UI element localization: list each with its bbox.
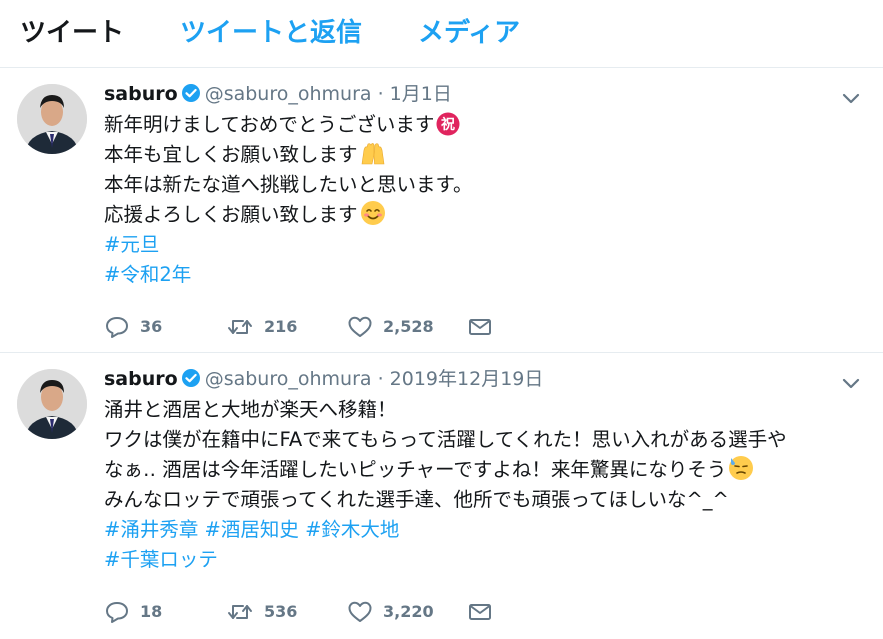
like-button[interactable]: 2,528	[347, 313, 434, 339]
tweet-text: 涌井と酒居と大地が楽天へ移籍！ ワクは僕が在籍中にFAで来てもらって活躍してくれ…	[104, 395, 874, 575]
envelope-icon	[468, 316, 492, 335]
separator-dot: ·	[377, 83, 384, 105]
reply-count: 36	[140, 316, 163, 336]
tweet-line: なぁ‥ 酒居は今年活躍したいピッチャーですよね！来年驚異になりそう	[104, 455, 874, 485]
smiling-face-emoji-icon	[360, 200, 386, 235]
direct-message-button[interactable]	[468, 313, 492, 339]
tab-media[interactable]: メディア	[418, 16, 520, 50]
envelope-icon	[468, 601, 492, 620]
display-name[interactable]: saburo	[104, 83, 178, 105]
retweet-button[interactable]: 536	[226, 598, 297, 624]
like-button[interactable]: 3,220	[347, 598, 434, 624]
tweet-date[interactable]: 2019年12月19日	[390, 368, 544, 390]
tweet-header: saburo @saburo_ohmura · 1月1日	[104, 81, 452, 107]
avatar[interactable]	[17, 369, 87, 439]
retweet-icon	[226, 601, 254, 620]
tweet-line: 新年明けましておめでとうございます祝	[104, 110, 874, 140]
chevron-down-icon[interactable]	[839, 371, 863, 395]
avatar[interactable]	[17, 84, 87, 154]
tab-tweets-and-replies[interactable]: ツイートと返信	[180, 16, 362, 50]
user-handle[interactable]: @saburo_ohmura	[205, 368, 372, 390]
profile-tabs: ツイート ツイートと返信 メディア	[0, 0, 883, 68]
retweet-button[interactable]: 216	[226, 313, 297, 339]
celebration-kanji-emoji-icon: 祝	[436, 112, 460, 145]
tweet-line: 本年は新たな道へ挑戦したいと思います。	[104, 173, 473, 196]
tweet-date[interactable]: 1月1日	[390, 83, 452, 105]
reply-icon	[104, 601, 130, 623]
verified-badge-icon	[181, 368, 201, 395]
like-count: 2,528	[383, 316, 434, 336]
tweet-line: #涌井秀章 #酒居知史 #鈴木大地	[104, 515, 874, 545]
reply-icon	[104, 316, 130, 338]
retweet-count: 536	[264, 601, 298, 621]
retweet-count: 216	[264, 316, 298, 336]
chevron-down-icon[interactable]	[839, 86, 863, 110]
reply-button[interactable]: 18	[104, 598, 162, 624]
tweet-line: #元旦	[104, 230, 874, 260]
tab-tweets[interactable]: ツイート	[20, 16, 124, 50]
tweet-line: #令和2年	[104, 260, 874, 290]
tweet-text: 新年明けましておめでとうございます祝 本年も宜しくお願い致します 本年は新たな道…	[104, 110, 874, 290]
heart-icon	[347, 601, 373, 622]
reply-count: 18	[140, 601, 163, 621]
tweet-line: みんなロッテで頑張ってくれた選手達、他所でも頑張ってほしいな^_^	[104, 488, 729, 511]
heart-icon	[347, 316, 373, 337]
user-handle[interactable]: @saburo_ohmura	[205, 83, 372, 105]
sweat-face-emoji-icon	[728, 455, 754, 490]
svg-text:祝: 祝	[441, 116, 455, 133]
tweet[interactable]: saburo @saburo_ohmura · 2019年12月19日 涌井と酒居…	[0, 353, 883, 639]
tweet[interactable]: saburo @saburo_ohmura · 1月1日 新年明けましておめでとう…	[0, 68, 883, 353]
reply-button[interactable]: 36	[104, 313, 162, 339]
like-count: 3,220	[383, 601, 434, 621]
retweet-icon	[226, 316, 254, 335]
tweet-line: ワクは僕が在籍中にFAで来てもらって活躍してくれた！思い入れがある選手や	[104, 428, 787, 451]
tweet-line: 本年も宜しくお願い致します	[104, 140, 874, 170]
separator-dot: ·	[377, 368, 384, 390]
hashtag-link[interactable]: #令和2年	[104, 263, 191, 286]
display-name[interactable]: saburo	[104, 368, 178, 390]
verified-badge-icon	[181, 83, 201, 110]
hashtag-link[interactable]: #鈴木大地	[305, 518, 399, 541]
tweet-header: saburo @saburo_ohmura · 2019年12月19日	[104, 366, 543, 392]
tweet-line: #千葉ロッテ	[104, 545, 874, 575]
hashtag-link[interactable]: #涌井秀章	[104, 518, 198, 541]
tweet-line: 涌井と酒居と大地が楽天へ移籍！	[104, 398, 397, 421]
hashtag-link[interactable]: #元旦	[104, 233, 159, 256]
hashtag-link[interactable]: #酒居知史	[205, 518, 299, 541]
tweet-line: 応援よろしくお願い致します	[104, 200, 874, 230]
direct-message-button[interactable]	[468, 598, 492, 624]
hashtag-link[interactable]: #千葉ロッテ	[104, 548, 218, 571]
